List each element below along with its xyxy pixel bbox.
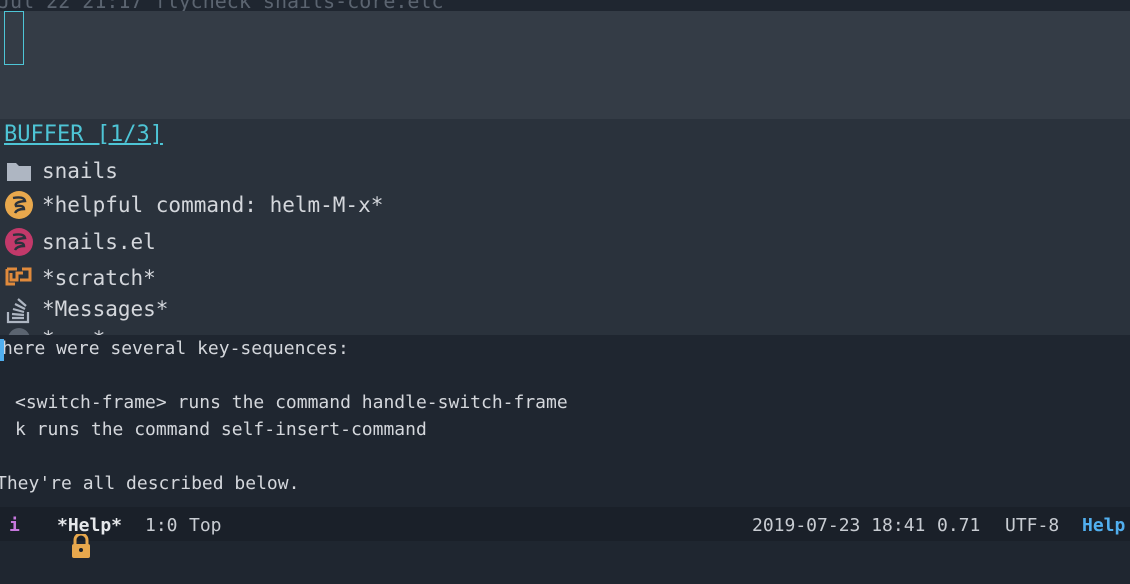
help-text-line: They're all described below.: [0, 473, 300, 494]
candidate-item[interactable]: *Messages*: [4, 293, 168, 325]
datetime: 2019-07-23 18:41: [752, 515, 926, 536]
top-truncated-line: Jul 22 21:17 flycheck_snails-core.elc: [0, 0, 1130, 11]
snails-input-area[interactable]: [0, 11, 1130, 119]
folder-icon: [4, 156, 34, 186]
messages-icon: [4, 294, 34, 324]
buffer-name: *Help*: [57, 515, 123, 536]
encoding[interactable]: UTF-8: [1005, 515, 1059, 536]
candidate-label: *scratch*: [42, 266, 156, 290]
candidate-label: *Messages*: [42, 297, 169, 321]
scratch-icon: [4, 263, 34, 293]
candidate-item[interactable]: snails: [4, 155, 118, 187]
load-average: 0.71: [937, 515, 981, 536]
header-line-text: Jul 22 21:17 flycheck_snails-core.elc: [0, 0, 444, 11]
emacs-lisp-icon: [4, 190, 34, 220]
candidate-label: *helpful command: helm-M-x*: [42, 193, 384, 217]
candidate-item[interactable]: *...*: [4, 323, 105, 335]
candidate-item[interactable]: *helpful command: helm-M-x*: [4, 189, 383, 221]
search-input-cursor[interactable]: [4, 11, 24, 65]
scroll-position: Top: [189, 515, 222, 536]
candidate-label: snails.el: [42, 230, 156, 254]
mode-line: i *Help* 1:0 Top 2019-07-23 18:41 0.71 U…: [0, 507, 1130, 558]
major-mode[interactable]: Help: [1082, 515, 1125, 536]
help-text-line: here were several key-sequences:: [2, 338, 349, 359]
help-text-line: <switch-frame> runs the command handle-s…: [15, 392, 568, 413]
help-text-line: k runs the command self-insert-command: [15, 419, 427, 440]
candidate-item[interactable]: *scratch*: [4, 262, 156, 294]
emacs-lisp-file-icon: [4, 227, 34, 257]
candidate-list: BUFFER [1/3] snails *helpful command: he…: [0, 119, 1130, 335]
cursor-position: 1:0: [145, 515, 178, 536]
candidate-item[interactable]: snails.el: [4, 226, 156, 258]
info-icon: i: [9, 515, 20, 536]
candidate-label: *...*: [42, 327, 105, 335]
candidate-label: snails: [42, 159, 118, 183]
text-cursor: [0, 339, 4, 361]
help-buffer[interactable]: here were several key-sequences: <switch…: [0, 335, 1130, 507]
buffer-icon: [4, 324, 34, 335]
backend-header: BUFFER [1/3]: [4, 122, 163, 147]
